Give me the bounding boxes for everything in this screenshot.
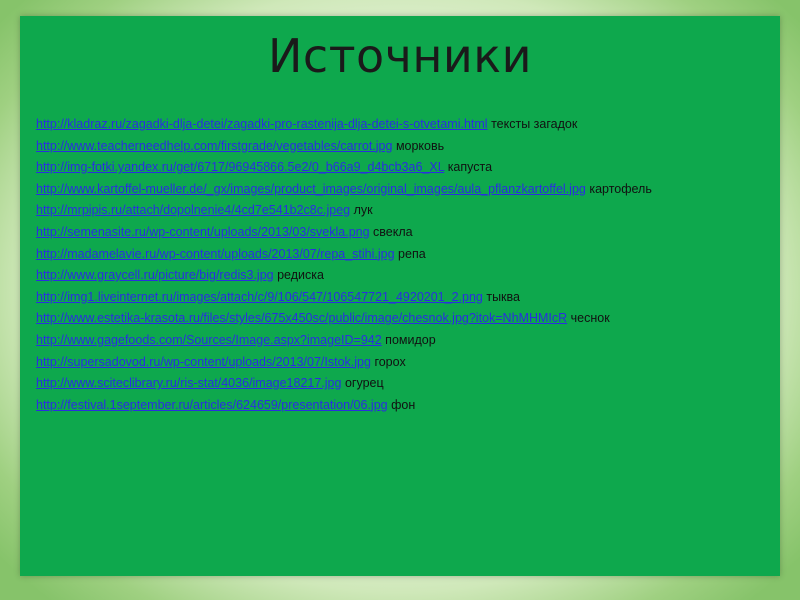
source-description: репа: [398, 246, 426, 261]
source-link[interactable]: http://www.teacherneedhelp.com/firstgrad…: [36, 139, 392, 153]
source-link[interactable]: http://mrpipis.ru/attach/dopolnenie4/4cd…: [36, 203, 350, 217]
source-item-7: http://madamelavie.ru/wp-content/uploads…: [36, 246, 756, 262]
source-link[interactable]: http://semenasite.ru/wp-content/uploads/…: [36, 225, 370, 239]
source-link[interactable]: http://img1.liveinternet.ru/images/attac…: [36, 290, 483, 304]
source-description: редиска: [277, 268, 324, 283]
source-link[interactable]: http://img-fotki.yandex.ru/get/6717/9694…: [36, 160, 444, 174]
source-description: тыква: [486, 289, 520, 304]
source-item-9: http://img1.liveinternet.ru/images/attac…: [36, 289, 756, 305]
source-item-10: http://www.estetika-krasota.ru/files/sty…: [36, 310, 756, 326]
source-description: свекла: [373, 224, 413, 239]
source-link[interactable]: http://kladraz.ru/zagadki-dlja-detei/zag…: [36, 117, 488, 131]
slide-title: Источники: [268, 29, 532, 83]
source-link[interactable]: http://www.estetika-krasota.ru/files/sty…: [36, 311, 567, 325]
source-link[interactable]: http://madamelavie.ru/wp-content/uploads…: [36, 247, 395, 261]
source-description: горох: [374, 354, 406, 369]
source-description: чеснок: [570, 311, 610, 326]
source-item-4: http://www.kartoffel-mueller.de/_gx/imag…: [36, 181, 756, 197]
source-item-1: http://kladraz.ru/zagadki-dlja-detei/zag…: [36, 116, 756, 132]
source-item-11: http://www.gagefoods.com/Sources/Image.a…: [36, 332, 756, 348]
source-link[interactable]: http://www.sciteclibrary.ru/ris-stat/403…: [36, 376, 341, 390]
source-item-3: http://img-fotki.yandex.ru/get/6717/9694…: [36, 159, 756, 175]
source-description: картофель: [589, 181, 652, 196]
source-description: морковь: [395, 138, 445, 153]
source-item-5: http://mrpipis.ru/attach/dopolnenie4/4cd…: [36, 202, 756, 218]
source-link[interactable]: http://festival.1september.ru/articles/6…: [36, 398, 388, 412]
source-description: капуста: [447, 160, 493, 175]
source-description: помидор: [385, 332, 436, 347]
source-link[interactable]: http://www.graycell.ru/picture/big/redis…: [36, 268, 274, 282]
source-item-13: http://www.sciteclibrary.ru/ris-stat/403…: [36, 375, 756, 391]
source-description: огурец: [344, 376, 384, 391]
source-description: лук: [353, 203, 373, 218]
source-item-2: http://www.teacherneedhelp.com/firstgrad…: [36, 138, 756, 154]
source-description: фон: [391, 397, 416, 412]
sources-list: http://kladraz.ru/zagadki-dlja-detei/zag…: [36, 116, 756, 418]
source-description: тексты загадок: [491, 117, 578, 131]
source-item-8: http://www.graycell.ru/picture/big/redis…: [36, 267, 756, 283]
source-item-6: http://semenasite.ru/wp-content/uploads/…: [36, 224, 756, 240]
source-link[interactable]: http://supersadovod.ru/wp-content/upload…: [36, 355, 371, 369]
source-link[interactable]: http://www.kartoffel-mueller.de/_gx/imag…: [36, 182, 586, 196]
source-item-12: http://supersadovod.ru/wp-content/upload…: [36, 354, 756, 370]
source-link[interactable]: http://www.gagefoods.com/Sources/Image.a…: [36, 333, 382, 347]
source-item-14: http://festival.1september.ru/articles/6…: [36, 397, 756, 413]
